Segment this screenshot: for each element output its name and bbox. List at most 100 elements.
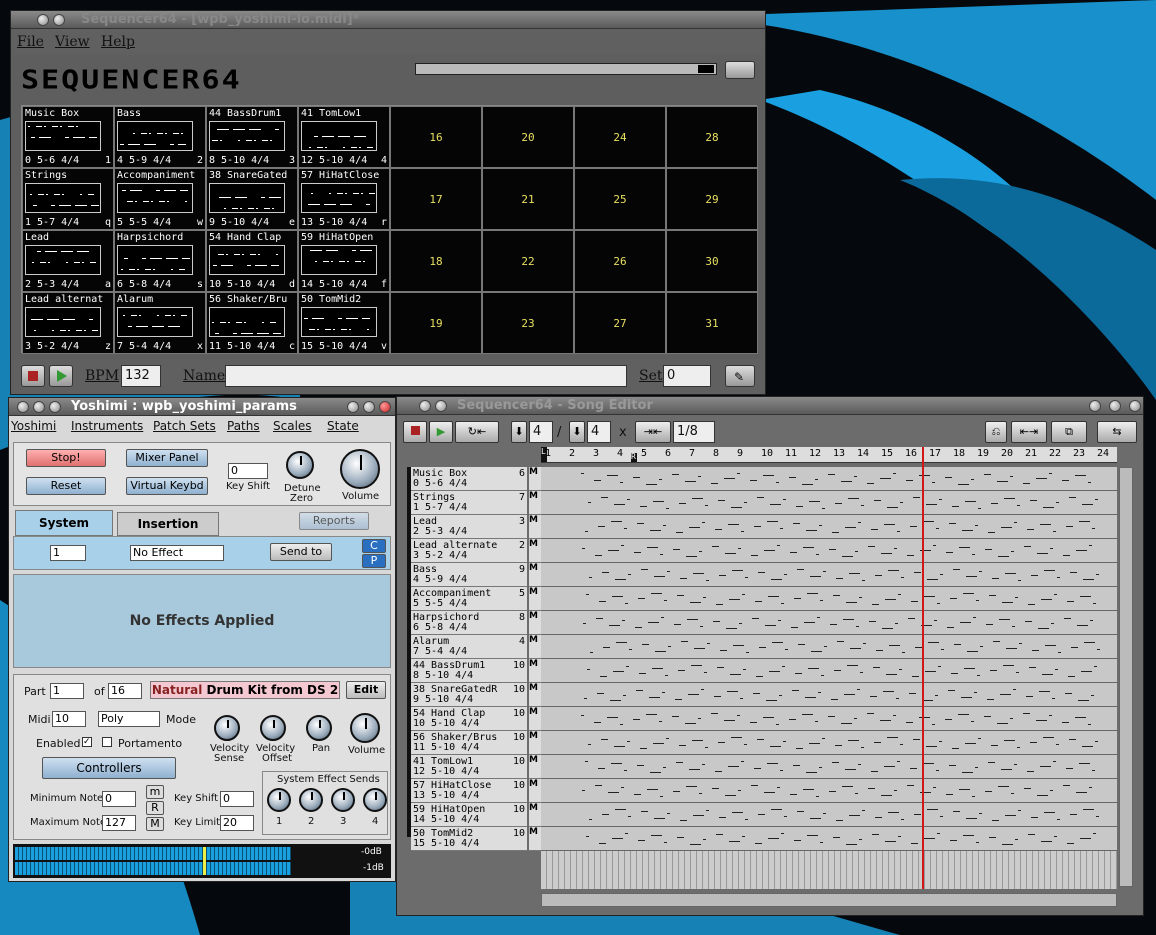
pattern-slot[interactable]: 59 HiHatOpen 14 5-10 4/4 f (298, 230, 390, 292)
track-lane[interactable] (541, 659, 1117, 683)
mode-toggle-button[interactable] (725, 61, 755, 79)
menu-paths[interactable]: Paths (227, 419, 260, 433)
portamento-checkbox[interactable] (102, 737, 112, 747)
horizontal-scrollbar[interactable] (541, 893, 1117, 907)
max-button[interactable] (1109, 400, 1121, 412)
copy-button[interactable]: ⧉ (1051, 421, 1087, 443)
key-shift-part-spinner[interactable]: 0 (220, 791, 254, 807)
track-name-cell[interactable]: Lead 2 5-3 4/4 3 (411, 515, 527, 539)
track-lane[interactable] (541, 635, 1117, 659)
track-lane[interactable] (541, 731, 1117, 755)
track-lane[interactable] (541, 755, 1117, 779)
beats-per-measure[interactable]: 4 (529, 421, 553, 443)
shade-button[interactable] (419, 400, 431, 412)
song-stop-button[interactable] (403, 421, 427, 443)
empty-pattern-slot[interactable]: 30 (666, 230, 758, 292)
menu-instruments[interactable]: Instruments (71, 419, 143, 433)
mode-dropdown[interactable]: Poly (98, 711, 160, 727)
track-lane[interactable] (541, 563, 1117, 587)
empty-pattern-slot[interactable]: 31 (666, 292, 758, 354)
send-knob-4[interactable] (363, 788, 387, 812)
master-volume-knob[interactable] (340, 449, 380, 489)
of-spinner[interactable]: 16 (108, 683, 142, 699)
effect-number-spinner[interactable]: 1 (50, 545, 86, 561)
pattern-slot[interactable]: 38 SnareGated 9 5-10 4/4 e (206, 168, 298, 230)
mixer-panel-button[interactable]: Mixer Panel (126, 449, 208, 467)
mute-toggle[interactable]: M (529, 731, 541, 755)
title-bar[interactable]: Sequencer64 - [wpb_yoshimi-lo.midi]* (11, 11, 765, 29)
set-name-input[interactable] (225, 365, 627, 387)
empty-pattern-slot[interactable]: 19 (390, 292, 482, 354)
max-note-spinner[interactable]: 127 (102, 815, 136, 831)
track-name-cell[interactable]: Alarum 7 5-4 4/4 4 (411, 635, 527, 659)
edit-button[interactable]: Edit (346, 681, 386, 699)
song-play-button[interactable]: ▶ (429, 421, 453, 443)
mute-toggle[interactable]: M (529, 515, 541, 539)
empty-pattern-slot[interactable]: 23 (482, 292, 574, 354)
mute-toggle[interactable]: M (529, 755, 541, 779)
pattern-slot[interactable]: Harpsichord 6 5-8 4/4 s (114, 230, 206, 292)
menu-patch-sets[interactable]: Patch Sets (153, 419, 216, 433)
track-name-cell[interactable]: Music Box 0 5-6 4/4 6 (411, 467, 527, 491)
pattern-slot[interactable]: Lead alternat 3 5-2 4/4 z (22, 292, 114, 354)
empty-pattern-slot[interactable]: 16 (390, 106, 482, 168)
send-knob-3[interactable] (331, 788, 355, 812)
reports-button[interactable]: Reports (299, 512, 369, 530)
pattern-slot[interactable]: Bass 4 5-9 4/4 2 (114, 106, 206, 168)
reset-note-button[interactable]: R (146, 801, 164, 815)
min-note-m-button[interactable]: m (146, 785, 164, 799)
minimize-button[interactable] (435, 400, 447, 412)
measure-ruler[interactable]: L R 1 2 3 4 5 6 7 8 9 10 11 12 13 14 15 16 17 18 19 20 21 22 2… (541, 447, 1117, 463)
close-button[interactable] (1129, 400, 1141, 412)
mute-toggle[interactable]: M (529, 539, 541, 563)
beat-width-dropdown-button[interactable]: ⬇ (569, 421, 585, 443)
menu-help[interactable]: Help (101, 34, 135, 50)
snap-value[interactable]: 1/8 (673, 421, 715, 443)
empty-pattern-slot[interactable]: 29 (666, 168, 758, 230)
empty-pattern-slot[interactable]: 17 (390, 168, 482, 230)
pattern-slot[interactable]: Accompaniment 5 5-5 4/4 w (114, 168, 206, 230)
shade-button[interactable] (17, 401, 29, 413)
pattern-slot[interactable]: 50 TomMid2 15 5-10 4/4 v (298, 292, 390, 354)
key-shift-spinner[interactable]: 0 (228, 463, 268, 479)
paste-button[interactable]: P (362, 554, 386, 568)
set-spinner[interactable]: 0 (663, 365, 711, 387)
beat-width[interactable]: 4 (587, 421, 611, 443)
track-name-cell[interactable]: 59 HiHatOpen 14 5-10 4/4 10 (411, 803, 527, 827)
track-lane[interactable] (541, 827, 1117, 851)
track-lane[interactable] (541, 467, 1117, 491)
track-name-cell[interactable]: Strings 1 5-7 4/4 7 (411, 491, 527, 515)
key-limit-spinner[interactable]: 20 (220, 815, 254, 831)
track-name-cell[interactable]: 44 BassDrum1 8 5-10 4/4 10 (411, 659, 527, 683)
track-lane[interactable] (541, 683, 1117, 707)
instrument-name[interactable]: Natural Drum Kit from DS 2 (150, 681, 340, 699)
collapse-button[interactable]: ⇤⇥ (1011, 421, 1047, 443)
track-lane[interactable] (541, 779, 1117, 803)
track-lane[interactable] (541, 803, 1117, 827)
minimize-button[interactable] (53, 14, 65, 26)
menu-scales[interactable]: Scales (273, 419, 312, 433)
max-note-m-button[interactable]: M (146, 817, 164, 831)
track-name-cell[interactable]: 57 HiHatClose 13 5-10 4/4 10 (411, 779, 527, 803)
track-name-cell[interactable]: Bass 4 5-9 4/4 9 (411, 563, 527, 587)
mute-toggle[interactable]: M (529, 827, 541, 851)
detune-knob[interactable] (286, 451, 314, 479)
track-lane[interactable] (541, 587, 1117, 611)
mute-toggle[interactable]: M (529, 611, 541, 635)
track-lane[interactable] (541, 707, 1117, 731)
mute-toggle[interactable]: M (529, 707, 541, 731)
play-button[interactable] (49, 365, 73, 387)
mute-toggle[interactable]: M (529, 587, 541, 611)
menu-view[interactable]: View (55, 34, 90, 50)
mute-toggle[interactable]: M (529, 803, 541, 827)
right-marker[interactable]: R (631, 453, 637, 462)
pattern-slot[interactable]: 57 HiHatClose 13 5-10 4/4 r (298, 168, 390, 230)
send-knob-2[interactable] (299, 788, 323, 812)
part-volume-knob[interactable] (350, 713, 380, 743)
empty-pattern-slot[interactable]: 20 (482, 106, 574, 168)
menu-state[interactable]: State (327, 419, 359, 433)
pattern-slot[interactable]: Strings 1 5-7 4/4 q (22, 168, 114, 230)
restore-button[interactable] (1089, 400, 1101, 412)
mute-toggle[interactable]: M (529, 467, 541, 491)
min-note-spinner[interactable]: 0 (102, 791, 136, 807)
